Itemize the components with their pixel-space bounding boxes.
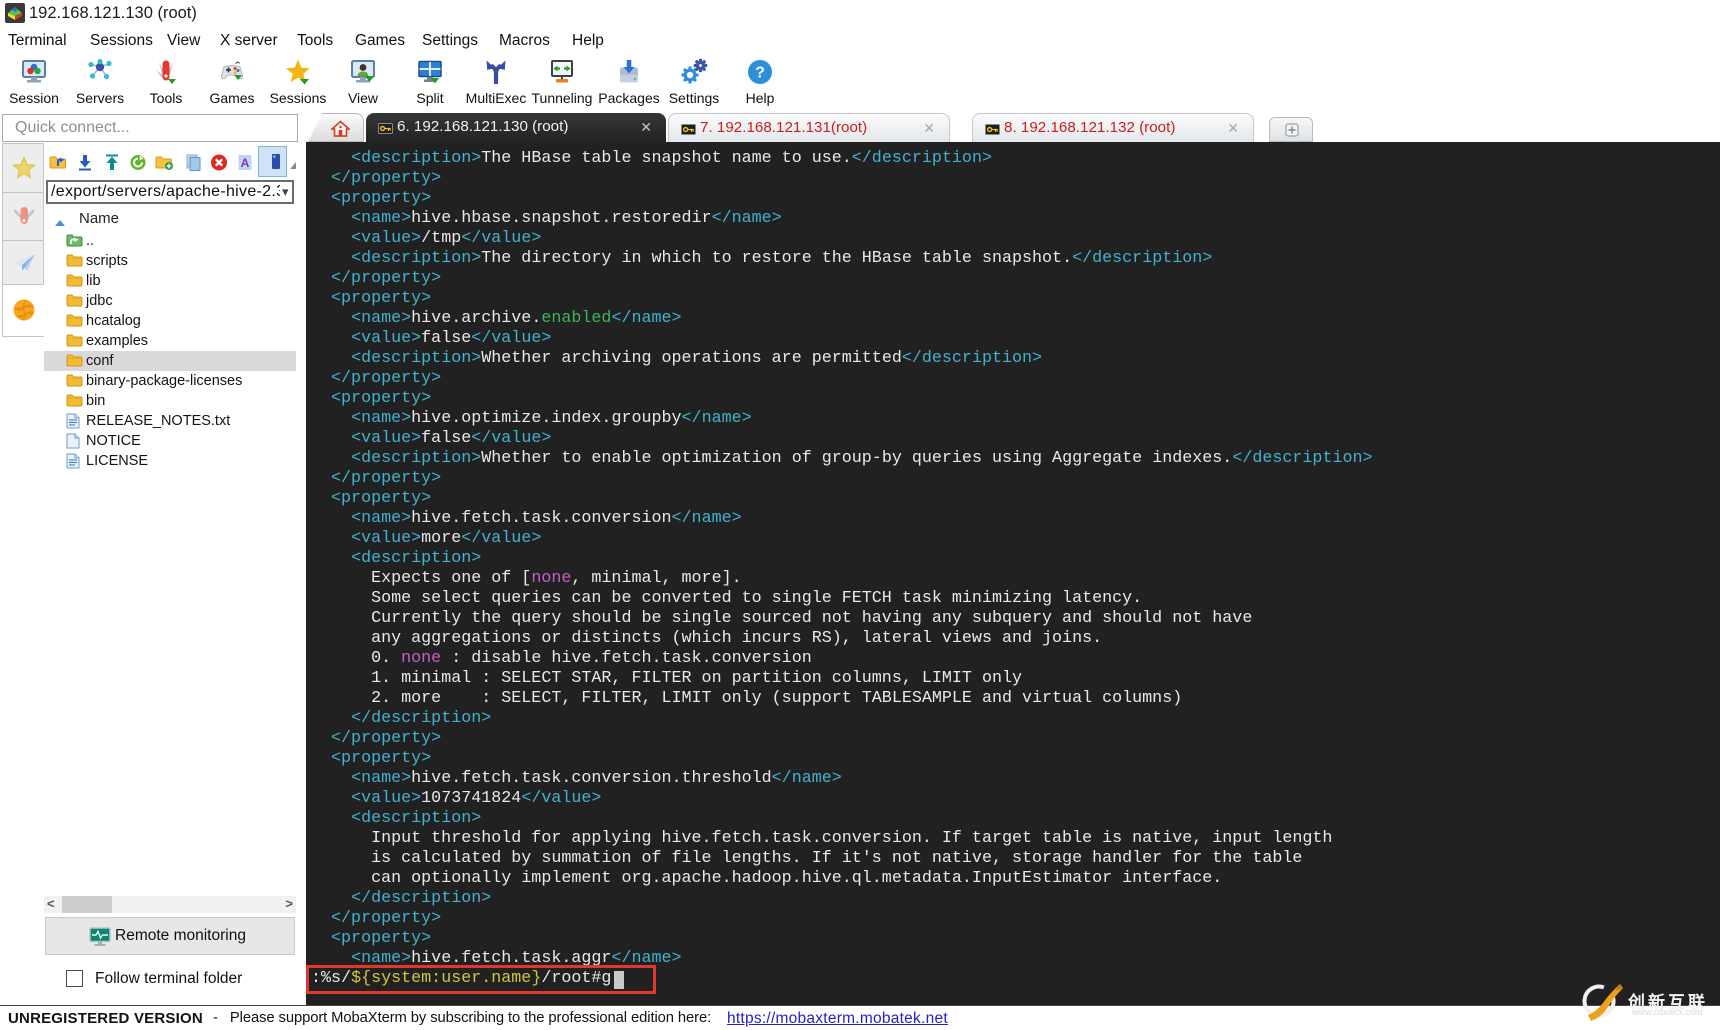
svg-text:A: A [241, 156, 250, 170]
svg-text:?: ? [755, 65, 765, 82]
